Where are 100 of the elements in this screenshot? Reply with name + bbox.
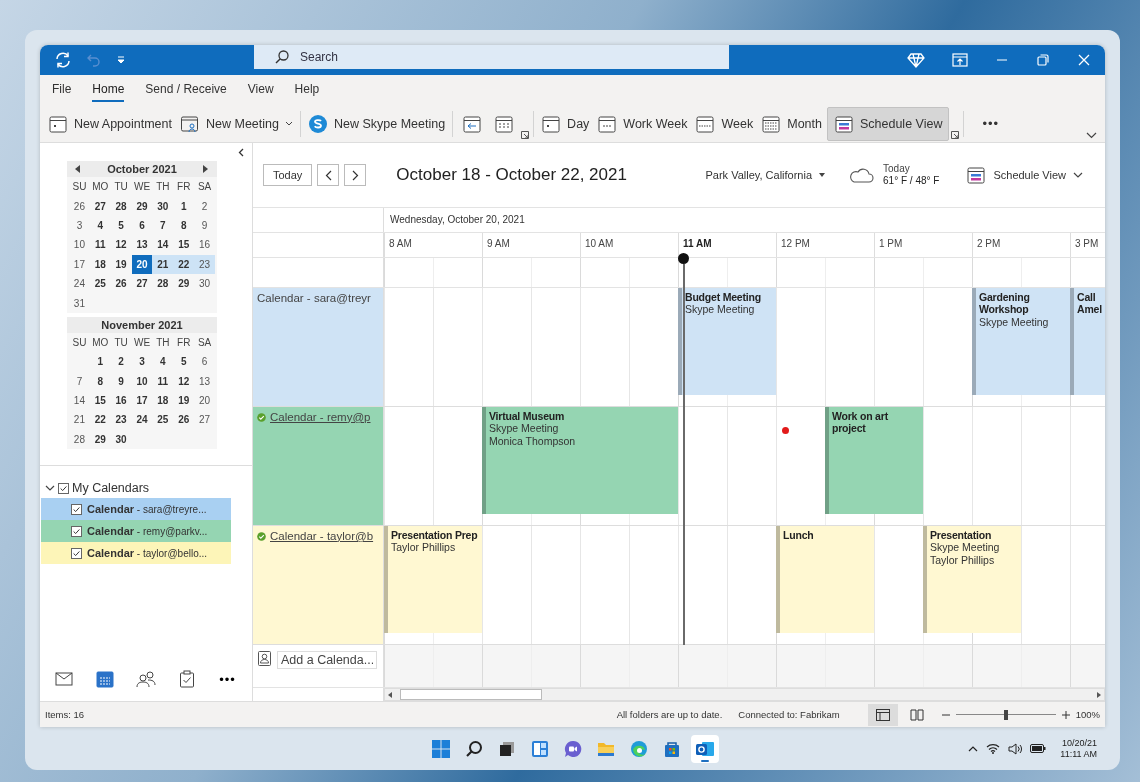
- event[interactable]: Budget Meeting Skype Meeting: [678, 287, 776, 395]
- zoom-slider[interactable]: [955, 708, 1056, 721]
- expand-ribbon-icon[interactable]: [1086, 132, 1097, 139]
- event[interactable]: Presentation Prep Taylor Phillips: [384, 525, 482, 633]
- calendar-day[interactable]: 16: [110, 390, 132, 411]
- scroll-right-icon[interactable]: [1095, 690, 1103, 699]
- ribbon-tab[interactable]: Home: [92, 78, 125, 102]
- calendar-list-item[interactable]: Calendar - sara@treyre...: [41, 498, 231, 521]
- calendar-day[interactable]: 25: [89, 273, 111, 294]
- more-button[interactable]: •••: [212, 664, 243, 694]
- sync-icon[interactable]: [54, 51, 72, 69]
- calendar-day[interactable]: 31: [69, 293, 90, 313]
- ribbon-tab[interactable]: View: [247, 78, 274, 102]
- calendar-day[interactable]: 29: [89, 429, 111, 450]
- tray-time[interactable]: 11:11 AM: [1060, 748, 1097, 760]
- calendar-day[interactable]: 29: [131, 196, 153, 216]
- calendar-day[interactable]: 8: [89, 371, 111, 391]
- calendar-day[interactable]: 23: [194, 254, 215, 274]
- chevron-up-icon[interactable]: [968, 745, 979, 752]
- calendar-day[interactable]: 4: [152, 352, 174, 372]
- calendar-day[interactable]: 30: [194, 273, 215, 294]
- calendar-day[interactable]: 28: [69, 429, 90, 450]
- calendar-day[interactable]: 26: [69, 196, 90, 216]
- ribbon-command[interactable]: Work Week: [594, 106, 691, 141]
- ribbon-tab[interactable]: File: [52, 78, 72, 102]
- calendar-day[interactable]: 20: [194, 390, 215, 411]
- calendar-day[interactable]: 10: [69, 235, 90, 255]
- ribbon-command[interactable]: Day: [538, 106, 593, 141]
- ribbon-command[interactable]: Month: [758, 106, 825, 141]
- diamond-icon[interactable]: [907, 52, 925, 68]
- calendar-day[interactable]: 7: [152, 215, 174, 236]
- calendar-day[interactable]: 21: [152, 254, 174, 274]
- dialog-launcher-button[interactable]: [951, 130, 960, 140]
- horizontal-scrollbar[interactable]: [384, 688, 1105, 701]
- previous-button[interactable]: [317, 164, 340, 186]
- tray-date[interactable]: 10/20/21: [1061, 737, 1097, 749]
- calendar-day[interactable]: 20: [131, 254, 153, 274]
- calendar-day[interactable]: 24: [131, 410, 153, 430]
- normal-view-button[interactable]: [867, 703, 898, 726]
- calendar-day[interactable]: 28: [152, 273, 174, 294]
- calendar-day[interactable]: 28: [110, 196, 132, 216]
- calendar-day[interactable]: 6: [194, 352, 215, 372]
- calendar-day[interactable]: 24: [69, 273, 90, 294]
- calendar-day[interactable]: 22: [89, 410, 111, 430]
- event[interactable]: Presentation Skype Meeting Taylor Phillips: [923, 525, 1021, 633]
- calendar-day[interactable]: 19: [173, 390, 195, 411]
- calendar-day[interactable]: 27: [194, 410, 215, 430]
- scroll-left-icon[interactable]: [386, 690, 394, 699]
- next-button[interactable]: [344, 164, 367, 186]
- calendar-day[interactable]: 15: [173, 235, 195, 255]
- calendar-day[interactable]: 3: [131, 352, 153, 372]
- checkbox[interactable]: [71, 503, 82, 515]
- view-dropdown[interactable]: Schedule View: [966, 165, 1083, 185]
- calendar-day[interactable]: 10: [131, 371, 153, 391]
- calendar-day[interactable]: 21: [69, 410, 90, 430]
- calendar-day[interactable]: 17: [69, 254, 90, 274]
- calendar-day[interactable]: 16: [194, 235, 215, 255]
- calendar-day[interactable]: 30: [152, 196, 174, 216]
- calendar-day[interactable]: 9: [194, 215, 215, 236]
- calendar-day[interactable]: 1: [89, 352, 111, 372]
- calendar-day[interactable]: 1: [173, 196, 195, 216]
- location-dropdown[interactable]: Park Valley, California: [705, 169, 826, 181]
- previous-month-icon[interactable]: [75, 165, 81, 173]
- volume-icon[interactable]: [1008, 742, 1023, 755]
- event[interactable]: Gardening Workshop Skype Meeting: [972, 287, 1070, 395]
- zoom-in-icon[interactable]: [1061, 710, 1070, 719]
- event[interactable]: Virtual Museum Skype Meeting Monica Thompson: [482, 406, 678, 514]
- checkbox[interactable]: [71, 547, 82, 559]
- time-slot-cell[interactable]: [1070, 406, 1105, 525]
- calendar-list-item[interactable]: Calendar - taylor@bello...: [41, 542, 231, 565]
- calendar-day[interactable]: 18: [89, 254, 111, 274]
- wifi-icon[interactable]: [986, 743, 1001, 754]
- collapse-pane-icon[interactable]: [238, 148, 244, 157]
- calendar-day[interactable]: 7: [69, 371, 90, 391]
- next-month-icon[interactable]: [203, 165, 209, 173]
- calendar-day[interactable]: 5: [173, 352, 195, 372]
- restore-icon[interactable]: [1036, 53, 1050, 67]
- calendar-day[interactable]: 6: [131, 215, 153, 236]
- close-icon[interactable]: [1077, 53, 1091, 67]
- ribbon-command[interactable]: Schedule View: [826, 106, 950, 141]
- calendar-day[interactable]: 3: [69, 215, 90, 236]
- battery-icon[interactable]: [1030, 744, 1047, 753]
- calendar-day[interactable]: 17: [131, 390, 153, 411]
- ribbon-command[interactable]: New Appointment: [45, 106, 175, 141]
- calendar-list-item[interactable]: Calendar - remy@parkv...: [41, 520, 231, 543]
- ribbon-command[interactable]: New Skype Meeting: [304, 106, 449, 141]
- checkbox[interactable]: [58, 482, 69, 494]
- ribbon-tab[interactable]: Send / Receive: [145, 78, 227, 102]
- calendar-day[interactable]: 4: [89, 215, 111, 236]
- calendar-day[interactable]: 11: [152, 371, 174, 391]
- calendar-label[interactable]: Calendar - sara@treyr: [257, 291, 371, 304]
- calendar-day[interactable]: 22: [173, 254, 195, 274]
- more-button[interactable]: •••: [968, 106, 1014, 141]
- event[interactable]: Lunch: [776, 525, 874, 633]
- customize-caret-icon[interactable]: [116, 55, 126, 65]
- calendar-day[interactable]: 19: [110, 254, 132, 274]
- calendar-label[interactable]: Calendar - taylor@b: [270, 529, 374, 542]
- calendar-label[interactable]: Calendar - remy@p: [270, 410, 371, 423]
- ribbon-command[interactable]: Week: [692, 106, 757, 141]
- calendar-day[interactable]: 8: [173, 215, 195, 236]
